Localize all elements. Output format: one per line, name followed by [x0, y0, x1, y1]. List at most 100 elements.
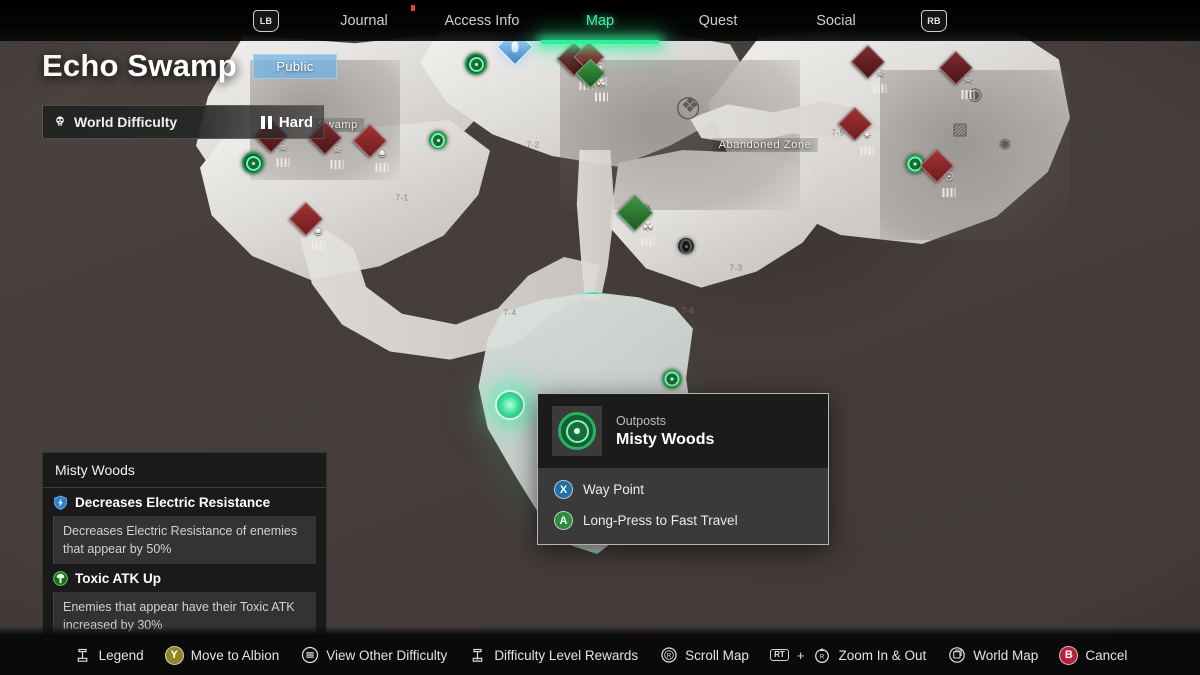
- hint-world-map[interactable]: World Map: [947, 646, 1038, 665]
- buff-name: Decreases Electric Resistance: [75, 495, 271, 510]
- world-difficulty-bar[interactable]: World Difficulty Hard: [42, 105, 324, 139]
- hint-cancel[interactable]: B Cancel: [1059, 645, 1128, 665]
- toxic-icon: [53, 571, 68, 587]
- legend-icon: [73, 646, 92, 665]
- map-marker-enemy[interactable]: ☠: [254, 119, 295, 167]
- difficulty-value: Hard: [278, 113, 313, 131]
- visibility-badge[interactable]: Public: [253, 53, 337, 79]
- hint-label: Cancel: [1085, 647, 1128, 663]
- hint-label: Scroll Map: [685, 647, 749, 663]
- svg-text:R: R: [820, 654, 825, 660]
- region-info-panel: Misty Woods Decreases Electric Resistanc…: [42, 452, 327, 651]
- popup-text-block: Outposts Misty Woods: [616, 414, 714, 449]
- hint-move-to-albion[interactable]: Y Move to Albion: [164, 645, 280, 665]
- hint-label: Zoom In & Out: [838, 647, 927, 663]
- popup-header: Outposts Misty Woods: [538, 394, 828, 468]
- svg-text:R: R: [666, 653, 671, 659]
- popup-name: Misty Woods: [616, 430, 715, 448]
- map-marker-enemy[interactable]: ☘: [616, 194, 661, 246]
- tab-map[interactable]: Map: [541, 7, 659, 35]
- button-a-icon: A: [554, 511, 573, 530]
- map-marker-outpost[interactable]: [242, 152, 264, 174]
- button-b-icon: B: [1059, 645, 1079, 665]
- ruin-icon: ◯: [675, 95, 701, 120]
- map-marker-enemy[interactable]: ☘: [575, 58, 612, 102]
- hint-zoom[interactable]: RT + R Zoom In & Out: [769, 646, 927, 665]
- tab-quest[interactable]: Quest: [659, 7, 777, 35]
- hint-difficulty-rewards[interactable]: R Difficulty Level Rewards: [468, 646, 638, 665]
- map-marker-enemy[interactable]: ☠: [939, 51, 980, 99]
- tab-journal[interactable]: Journal: [305, 7, 423, 35]
- trigger-rt-icon: RT: [769, 649, 789, 661]
- buff-description: Decreases Electric Resistance of enemies…: [53, 516, 316, 565]
- map-coord-label: 7-2: [526, 140, 540, 150]
- popup-action-label: Way Point: [583, 482, 645, 497]
- nav-tabs: LB Journal Access Info Map Quest Social …: [227, 7, 973, 35]
- map-marker-crystal[interactable]: [496, 28, 541, 73]
- button-y-icon: Y: [164, 645, 184, 665]
- hint-label: World Map: [973, 647, 1039, 663]
- map-coord-label: 7-3: [729, 263, 743, 273]
- popup-actions: X Way Point A Long-Press to Fast Travel: [538, 468, 828, 544]
- map-coord-label: 7-4: [503, 308, 517, 318]
- hint-view-other-difficulty[interactable]: View Other Difficulty: [300, 646, 447, 665]
- electric-shield-icon: [54, 495, 67, 510]
- plus-sign: +: [796, 647, 805, 663]
- top-navigation-bar: LB Journal Access Info Map Quest Social …: [0, 0, 1200, 41]
- map-marker-enemy[interactable]: ✷: [838, 107, 879, 155]
- page-header: Echo Swamp Public: [42, 48, 337, 84]
- map-marker-enemy[interactable]: ☉: [920, 149, 961, 197]
- button-x-icon: X: [554, 480, 573, 499]
- info-panel-title: Misty Woods: [43, 453, 326, 488]
- ruin-icon: ▨: [951, 119, 969, 140]
- hint-label: Difficulty Level Rewards: [494, 647, 639, 663]
- menu-icon: [300, 646, 319, 665]
- popup-category: Outposts: [616, 413, 667, 428]
- map-marker-outpost[interactable]: [465, 53, 487, 75]
- popup-action-label: Long-Press to Fast Travel: [583, 513, 738, 528]
- marker-context-popup[interactable]: Outposts Misty Woods X Way Point A Long-…: [537, 393, 829, 545]
- map-marker-enemy[interactable]: ◉: [289, 202, 330, 250]
- map-marker-outpost-selected[interactable]: [495, 390, 525, 420]
- right-bumper-icon[interactable]: RB: [921, 9, 947, 32]
- hint-label: View Other Difficulty: [326, 647, 448, 663]
- map-marker-enemy[interactable]: ☠: [851, 45, 892, 93]
- right-stick-icon: R: [659, 646, 678, 665]
- map-marker-enemy[interactable]: ☠: [308, 121, 349, 169]
- buff-header: Toxic ATK Up: [53, 571, 316, 586]
- popup-action-waypoint[interactable]: X Way Point: [538, 474, 828, 505]
- map-marker-outpost-inactive[interactable]: [678, 238, 694, 254]
- ruin-icon: ✺: [998, 135, 1012, 154]
- page-title: Echo Swamp: [42, 48, 237, 83]
- tab-access-info[interactable]: Access Info: [423, 7, 541, 35]
- right-stick-icon: R: [813, 646, 832, 665]
- world-map-icon: [947, 646, 966, 665]
- difficulty-pips: [261, 115, 272, 129]
- bottom-action-bar: Legend Y Move to Albion View Other Diffi…: [0, 635, 1200, 675]
- map-coord-label: 7-6: [681, 306, 695, 316]
- svg-text:R: R: [477, 657, 480, 661]
- hint-bar: Legend Y Move to Albion View Other Diffi…: [73, 645, 1128, 665]
- hint-label: Move to Albion: [190, 647, 280, 663]
- map-coord-label: 7-5: [831, 128, 845, 138]
- skull-icon: [56, 116, 64, 126]
- buff-entry: Decreases Electric Resistance Decreases …: [43, 488, 326, 565]
- bottom-fade: [0, 626, 1200, 635]
- rewards-icon: R: [468, 646, 487, 665]
- left-bumper-icon[interactable]: LB: [253, 9, 279, 32]
- tab-social[interactable]: Social: [777, 7, 895, 35]
- buff-name: Toxic ATK Up: [75, 571, 161, 587]
- hint-scroll-map[interactable]: R Scroll Map: [659, 646, 749, 665]
- map-coord-label: 7-1: [395, 193, 409, 203]
- hint-legend[interactable]: Legend: [73, 646, 144, 665]
- notification-dot: [411, 5, 415, 11]
- buff-header: Decreases Electric Resistance: [53, 495, 316, 510]
- difficulty-label: World Difficulty: [74, 114, 178, 130]
- map-marker-outpost[interactable]: [662, 369, 682, 389]
- hint-label: Legend: [98, 647, 144, 663]
- map-marker-outpost[interactable]: [429, 131, 447, 149]
- game-map-screen: ❖ ◉ ▨ ✺ ◯ ✵ 7-1 7-2 7-3 7-4 7-5 7-6 Swam…: [0, 0, 1200, 675]
- popup-action-fast-travel[interactable]: A Long-Press to Fast Travel: [538, 505, 828, 536]
- map-area-label: Abandoned Zone: [712, 138, 818, 152]
- map-marker-enemy[interactable]: ◉: [353, 124, 394, 172]
